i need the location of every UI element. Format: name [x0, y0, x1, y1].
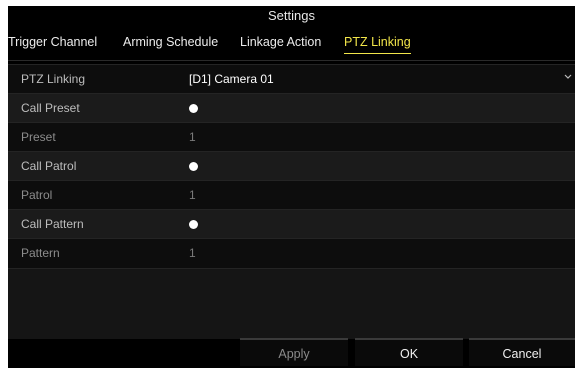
row-ptz-linking: PTZ Linking [D1] Camera 01: [8, 64, 575, 95]
row-pattern: Pattern 1: [8, 238, 575, 269]
row-call-preset: Call Preset: [8, 93, 575, 124]
call-preset-radio[interactable]: [189, 104, 198, 113]
ptz-linking-value: [D1] Camera 01: [189, 72, 274, 86]
call-preset-label: Call Preset: [21, 101, 80, 115]
tab-divider: [8, 60, 575, 61]
row-patrol: Patrol 1: [8, 180, 575, 211]
tab-arming-schedule[interactable]: Arming Schedule: [123, 33, 218, 51]
cancel-button[interactable]: Cancel: [469, 338, 575, 366]
chevron-down-icon[interactable]: [564, 73, 572, 81]
pattern-label: Pattern: [21, 246, 60, 260]
settings-dialog: Settings Trigger Channel Arming Schedule…: [8, 6, 575, 368]
preset-label: Preset: [21, 130, 56, 144]
patrol-value[interactable]: 1: [189, 181, 196, 210]
button-bar: Apply OK Cancel: [8, 338, 575, 368]
window-title: Settings: [268, 8, 315, 23]
ptz-linking-panel: PTZ Linking [D1] Camera 01 Call Preset P…: [8, 64, 575, 339]
row-call-patrol: Call Patrol: [8, 151, 575, 182]
pattern-value[interactable]: 1: [189, 239, 196, 268]
ptz-linking-select[interactable]: [D1] Camera 01: [184, 67, 574, 92]
row-call-pattern: Call Pattern: [8, 209, 575, 240]
patrol-label: Patrol: [21, 188, 53, 202]
call-patrol-radio[interactable]: [189, 162, 198, 171]
tab-linkage-action[interactable]: Linkage Action: [240, 33, 321, 51]
tab-trigger-channel[interactable]: Trigger Channel: [8, 33, 97, 51]
ok-button[interactable]: OK: [355, 338, 463, 366]
call-pattern-label: Call Pattern: [21, 217, 84, 231]
ptz-linking-label: PTZ Linking: [21, 72, 86, 86]
row-preset: Preset 1: [8, 122, 575, 153]
call-pattern-radio[interactable]: [189, 220, 198, 229]
preset-value[interactable]: 1: [189, 123, 196, 152]
call-patrol-label: Call Patrol: [21, 159, 77, 173]
tab-ptz-linking[interactable]: PTZ Linking: [344, 33, 411, 54]
apply-button[interactable]: Apply: [240, 338, 348, 366]
